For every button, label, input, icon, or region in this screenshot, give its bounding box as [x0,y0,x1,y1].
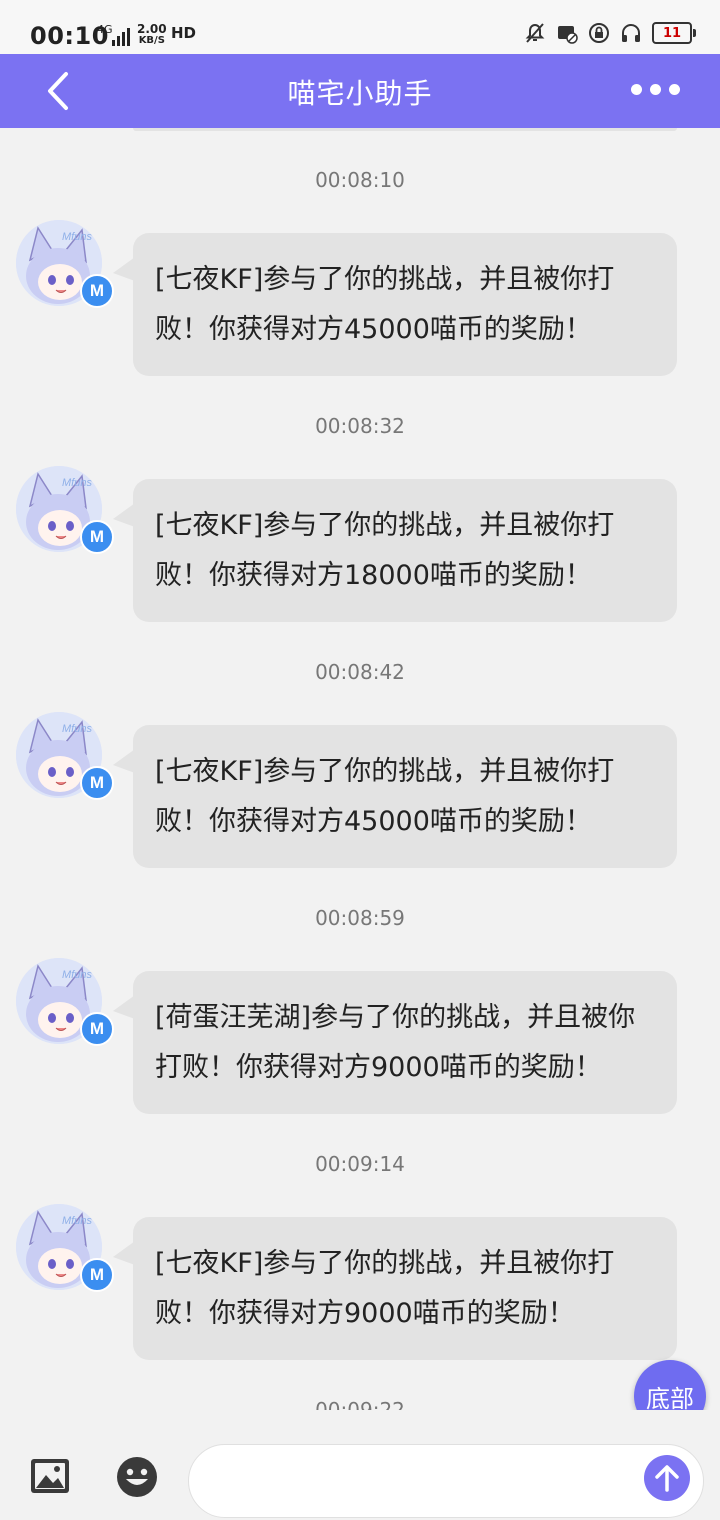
message-timestamp: 00:08:10 [315,168,405,192]
svg-text:Mfuns: Mfuns [62,231,92,243]
message-bubble[interactable]: [七夜KF]参与了你的挑战，并且被你打 败！你获得对方45000喵币的奖励！ [113,725,677,868]
svg-text:Mfuns: Mfuns [62,969,92,981]
message-input[interactable] [188,1444,704,1518]
signal-icon [112,28,130,46]
message-list[interactable]: 00:08:10 Mfuns M [七夜KF]参与了你的挑战，并且被你打 败！你获得对方… [0,128,720,1422]
verified-badge-icon: M [80,766,114,800]
message-timestamp: 00:09:14 [315,1152,405,1176]
message-timestamp: 00:08:42 [315,660,405,684]
rotation-lock-icon [588,22,610,44]
page-title: 喵宅小助手 [287,77,433,110]
battery-level: 11 [662,25,682,41]
verified-badge-icon: M [80,520,114,554]
message-text-line: [七夜KF]参与了你的挑战，并且被你打 [155,264,615,295]
message-bubble[interactable]: [荷蛋汪芜湖]参与了你的挑战，并且被你 打败！你获得对方9000喵币的奖励！ [113,971,677,1114]
svg-text:Mfuns: Mfuns [62,723,92,735]
message-text-line: 败！你获得对方45000喵币的奖励！ [155,314,592,345]
hd-indicator: HD [171,24,197,42]
avatar[interactable]: Mfuns M [16,1204,114,1292]
message-bubble[interactable]: [七夜KF]参与了你的挑战，并且被你打 败！你获得对方18000喵币的奖励！ [113,479,677,622]
verified-badge-icon: M [80,274,114,308]
svg-text:Mfuns: Mfuns [62,1215,92,1227]
headphones-icon [620,22,642,44]
avatar[interactable]: Mfuns M [16,958,114,1046]
verified-badge-icon: M [80,1258,114,1292]
network-speed: 2.00 KB/S [137,23,167,47]
avatar[interactable]: Mfuns M [16,466,114,554]
status-icons: 11 [524,22,696,44]
message-text-line: 败！你获得对方45000喵币的奖励！ [155,806,592,837]
message-text-line: 败！你获得对方9000喵币的奖励！ [155,1298,575,1329]
message-text-line: [荷蛋汪芜湖]参与了你的挑战，并且被你 [155,1002,636,1033]
avatar[interactable]: Mfuns M [16,712,114,800]
message-bubble[interactable]: [七夜KF]参与了你的挑战，并且被你打 败！你获得对方9000喵币的奖励！ [113,1217,677,1360]
bell-muted-icon [524,22,546,44]
message-timestamp: 00:08:59 [315,906,405,930]
message-text-line: [七夜KF]参与了你的挑战，并且被你打 [155,756,615,787]
message-text-line: 败！你获得对方18000喵币的奖励！ [155,560,592,591]
previous-bubble-edge [133,128,677,131]
chat-header: 喵宅小助手 [0,54,720,128]
message-text-line: 打败！你获得对方9000喵币的奖励！ [155,1052,602,1083]
message-timestamp: 00:08:32 [315,414,405,438]
nfc-icon [556,22,578,44]
send-button[interactable] [644,1455,690,1501]
speed-unit: KB/S [138,35,165,46]
avatar[interactable]: Mfuns M [16,220,114,308]
status-bar: 00:10 4G 2.00 KB/S HD 11 [0,0,720,54]
message-text-line: [七夜KF]参与了你的挑战，并且被你打 [155,1248,615,1279]
input-bar [0,1410,720,1520]
battery-icon: 11 [652,22,696,44]
arrow-up-icon [655,1465,679,1492]
verified-badge-icon: M [80,1012,114,1046]
svg-text:Mfuns: Mfuns [62,477,92,489]
more-dots-icon[interactable] [631,84,680,95]
image-icon[interactable] [30,1458,70,1494]
speed-value: 2.00 [137,22,167,36]
network-type: 4G [97,23,113,36]
message-bubble[interactable]: [七夜KF]参与了你的挑战，并且被你打 败！你获得对方45000喵币的奖励！ [113,233,677,376]
emoji-icon[interactable] [116,1456,158,1498]
message-text-line: [七夜KF]参与了你的挑战，并且被你打 [155,510,615,541]
